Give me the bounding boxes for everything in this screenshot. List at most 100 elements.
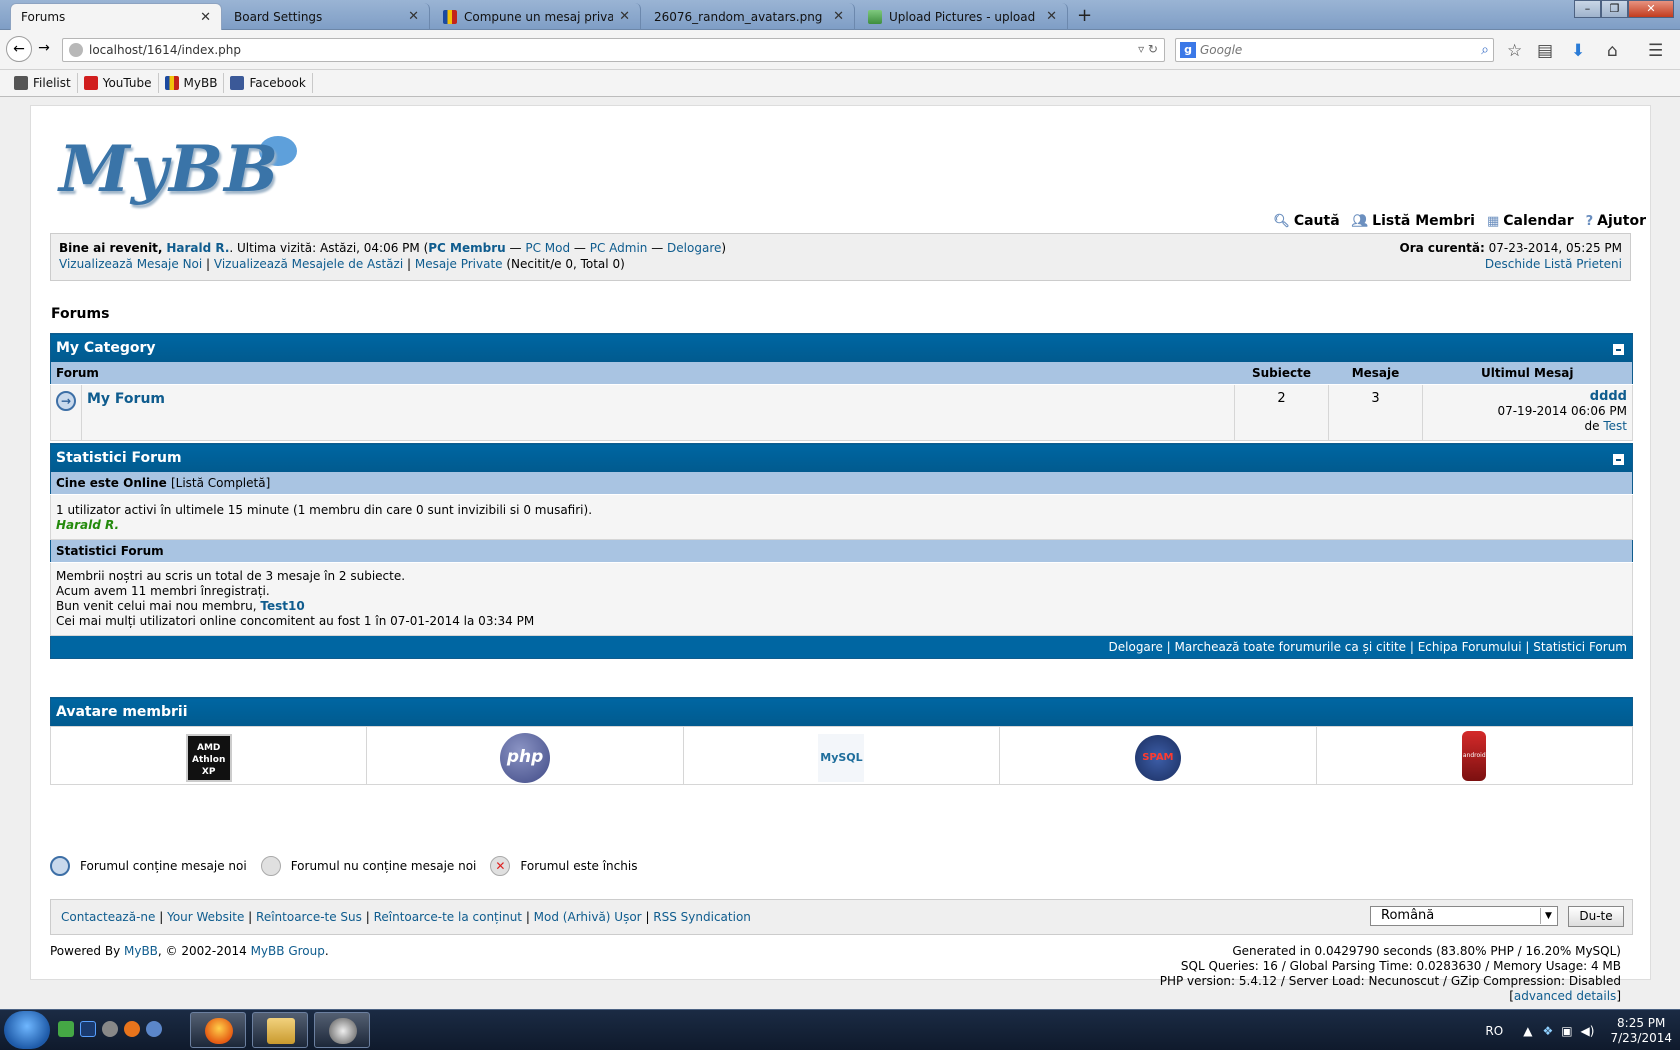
show-hidden-icons-icon[interactable]: ▲: [1523, 1024, 1532, 1038]
category-name[interactable]: My Category: [56, 340, 156, 356]
collapse-icon[interactable]: [1613, 454, 1624, 465]
logout-link[interactable]: Delogare: [667, 241, 721, 255]
volume-icon[interactable]: ◀): [1581, 1024, 1595, 1038]
avatar-label: MySQL: [820, 750, 863, 764]
view-new-posts-link[interactable]: Vizualizează Mesaje Noi: [59, 257, 202, 271]
forum-status-cell: →: [50, 384, 82, 441]
start-button[interactable]: [4, 1011, 50, 1049]
url-text: localhost/1614/index.php: [89, 43, 241, 57]
close-icon[interactable]: ✕: [619, 9, 630, 24]
avatar[interactable]: MySQL: [818, 733, 865, 782]
bookmark-youtube[interactable]: YouTube: [78, 73, 159, 93]
private-messages-link[interactable]: Mesaje Private: [415, 257, 503, 271]
last-post-link[interactable]: dddd: [1590, 389, 1627, 404]
firefox-icon[interactable]: [124, 1021, 140, 1037]
back-to-top-link[interactable]: Reîntoarce-te Sus: [256, 910, 362, 924]
contact-link[interactable]: Contactează-ne: [61, 910, 155, 924]
tab-upload-pictures[interactable]: Upload Pictures - upload la... ✕: [858, 3, 1068, 30]
reload-icon[interactable]: ▿ ↻: [1138, 42, 1158, 56]
bookmark-star-icon[interactable]: ☆: [1507, 41, 1522, 61]
bookmark-mybb[interactable]: MyBB: [159, 73, 225, 93]
forward-icon[interactable]: →: [34, 36, 54, 62]
taskbar-firefox[interactable]: [190, 1012, 246, 1048]
tab-title: Forums: [21, 10, 66, 24]
welcome-panel: Bine ai revenit, Harald R.. Ultima vizit…: [50, 233, 1631, 281]
archive-mode-link[interactable]: Mod (Arhivă) Ușor: [534, 910, 642, 924]
avatar[interactable]: AMD Athlon XP: [185, 733, 232, 782]
search-icon[interactable]: ⌕: [1481, 42, 1489, 58]
view-today-posts-link[interactable]: Vizualizează Mesajele de Astăzi: [214, 257, 403, 271]
new-posts-icon[interactable]: →: [56, 391, 76, 411]
user-cp-link[interactable]: PC Membru: [428, 241, 505, 255]
stats-header-label[interactable]: Statistici Forum: [56, 450, 182, 466]
tab-random-avatars[interactable]: 26076_random_avatars.png (P... ✕: [644, 3, 855, 30]
clock[interactable]: 8:25 PM 7/23/2014: [1610, 1016, 1672, 1046]
app-icon[interactable]: [146, 1021, 162, 1037]
tab-forums[interactable]: Forums ✕: [10, 3, 222, 30]
admin-cp-link[interactable]: PC Admin: [590, 241, 648, 255]
home-icon[interactable]: ⌂: [1607, 41, 1618, 61]
back-to-content-link[interactable]: Reîntoarce-te la conținut: [374, 910, 522, 924]
mybb-logo[interactable]: MyBB: [59, 132, 309, 212]
help-link[interactable]: ? Ajutor: [1586, 213, 1646, 229]
avatar[interactable]: php: [500, 732, 551, 783]
taskbar-explorer[interactable]: [252, 1012, 308, 1048]
footer-logout-link[interactable]: Delogare: [1109, 640, 1163, 654]
collapse-icon[interactable]: [1613, 344, 1624, 355]
folder-icon: [267, 1018, 295, 1044]
username-link[interactable]: Harald R.: [166, 241, 229, 255]
search-bar[interactable]: g ⌕: [1175, 38, 1494, 62]
online-full-list-link[interactable]: [Listă Completă]: [171, 476, 270, 490]
mybb-group-link[interactable]: MyBB Group: [251, 944, 325, 958]
close-window-icon[interactable]: ✕: [1628, 0, 1674, 18]
photoshop-icon[interactable]: [80, 1021, 96, 1037]
dropbox-icon[interactable]: ❖: [1542, 1024, 1553, 1038]
back-icon[interactable]: ←: [6, 36, 32, 62]
reading-list-icon[interactable]: ▤: [1537, 41, 1553, 61]
avatar[interactable]: SPAM: [1134, 734, 1181, 781]
network-icon[interactable]: ▣: [1561, 1024, 1572, 1038]
stats-table: Statistici Forum Cine este Online [Listă…: [50, 443, 1633, 659]
bookmark-filelist[interactable]: Filelist: [8, 73, 78, 93]
restore-icon[interactable]: ❐: [1601, 0, 1628, 18]
newest-member-link[interactable]: Test10: [260, 599, 304, 613]
address-bar[interactable]: localhost/1614/index.php ▿ ↻: [62, 38, 1165, 62]
language-indicator[interactable]: RO: [1485, 1024, 1503, 1038]
new-tab-icon[interactable]: +: [1077, 5, 1092, 26]
download-icon[interactable]: ⬇: [1571, 41, 1585, 61]
bookmark-facebook[interactable]: Facebook: [224, 73, 313, 93]
go-button[interactable]: Du-te: [1568, 906, 1624, 927]
tab-board-settings[interactable]: Board Settings ✕: [224, 3, 430, 30]
mod-cp-link[interactable]: PC Mod: [525, 241, 570, 255]
forum-team-link[interactable]: Echipa Forumului: [1418, 640, 1522, 654]
table-row: → My Forum 2 3 dddd 07-19-2014 06:06 PM …: [50, 384, 1633, 441]
close-icon[interactable]: ✕: [408, 9, 419, 24]
member-list-link[interactable]: 👥︎ Listă Membri: [1352, 213, 1475, 229]
search-input[interactable]: [1200, 43, 1460, 57]
legend-no-new-label: Forumul nu conține mesaje noi: [290, 859, 477, 873]
advanced-details-link[interactable]: advanced details: [1514, 989, 1616, 1003]
mark-read-link[interactable]: Marchează toate forumurile ca și citite: [1175, 640, 1407, 654]
rss-link[interactable]: RSS Syndication: [653, 910, 751, 924]
taskbar-app[interactable]: [314, 1012, 370, 1048]
close-icon[interactable]: ✕: [200, 10, 211, 25]
minimize-icon[interactable]: –: [1574, 0, 1601, 18]
avatar[interactable]: android: [1462, 731, 1487, 781]
last-post-author-link[interactable]: Test: [1603, 419, 1627, 433]
language-select[interactable]: Română ▼: [1370, 906, 1558, 926]
website-link[interactable]: Your Website: [167, 910, 244, 924]
app-icon[interactable]: [102, 1021, 118, 1037]
close-icon[interactable]: ✕: [1046, 9, 1057, 24]
search-link[interactable]: 🔍︎ Caută: [1273, 213, 1339, 229]
mybb-link[interactable]: MyBB: [124, 944, 158, 958]
tab-compose-pm[interactable]: Compune un mesaj privat ✕: [433, 3, 641, 30]
online-user-link[interactable]: Harald R.: [56, 518, 119, 532]
app-icon[interactable]: [58, 1021, 74, 1037]
menu-icon[interactable]: ☰: [1648, 41, 1663, 61]
help-label: Ajutor: [1597, 213, 1646, 229]
forum-link[interactable]: My Forum: [87, 391, 165, 407]
buddy-list-link[interactable]: Deschide Listă Prieteni: [1485, 257, 1622, 271]
calendar-link[interactable]: ▦ Calendar: [1487, 213, 1574, 229]
close-icon[interactable]: ✕: [833, 9, 844, 24]
forum-stats-link[interactable]: Statistici Forum: [1533, 640, 1627, 654]
